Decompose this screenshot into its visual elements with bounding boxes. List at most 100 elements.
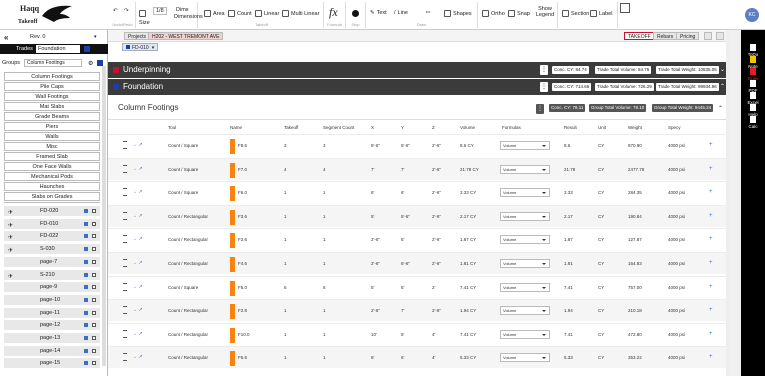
add-icon[interactable]: + <box>709 189 713 195</box>
show-legend-button[interactable]: Show Legend <box>534 6 556 18</box>
rebars-tab[interactable]: Rebars <box>653 32 678 40</box>
label-button[interactable]: Label <box>590 10 612 17</box>
sheet-item[interactable]: ✈ FD-022 <box>4 231 100 243</box>
navigate-icon[interactable]: → ↗ <box>132 260 143 266</box>
sheet-item[interactable]: page-13 <box>4 333 100 344</box>
sheet-checkbox[interactable] <box>92 209 96 213</box>
color-swatch[interactable] <box>230 209 235 225</box>
sheet-checkbox[interactable] <box>92 297 96 302</box>
settings-icon[interactable]: ⚙ <box>88 60 93 67</box>
formula-select[interactable]: Volume <box>500 141 550 150</box>
navigate-icon[interactable]: → ↗ <box>132 236 143 242</box>
table-row[interactable]: → ↗ Count / Square F8.6 3 3 5'-6" 5'-6" 2'-6" 8.… <box>108 134 730 156</box>
sheet-item[interactable]: page-10 <box>4 294 100 306</box>
formula-select[interactable]: Volume <box>500 353 550 363</box>
group-item[interactable]: One Face Walls <box>4 162 100 171</box>
trade-info-button[interactable]: ⋮ <box>540 65 548 75</box>
edit-icon[interactable] <box>84 209 88 213</box>
table-row[interactable]: → ↗ Count / Square F7.0 4 4 7' 7' 2'-6" 21.78 CY… <box>108 157 730 180</box>
drag-handle-icon[interactable] <box>123 282 127 291</box>
sheet-item[interactable]: page-9 <box>4 282 100 294</box>
dimensions-button[interactable]: Dimensions <box>174 14 203 20</box>
color-swatch[interactable] <box>230 139 235 154</box>
ortho-button[interactable]: Ortho <box>482 10 505 17</box>
line-button[interactable]: / Line <box>394 10 408 16</box>
scale-select[interactable]: 1/8 <box>153 7 167 15</box>
drag-handle-icon[interactable] <box>123 259 127 267</box>
shapes-button[interactable]: Shapes <box>444 10 472 17</box>
drag-handle-icon[interactable] <box>123 164 127 173</box>
project-tab[interactable]: H202 - WEST TREMONT AVE <box>148 32 224 40</box>
navigate-icon[interactable]: → ↗ <box>132 307 143 313</box>
drag-handle-icon[interactable] <box>123 211 127 220</box>
sheet-checkbox[interactable] <box>92 221 96 226</box>
table-row[interactable]: → ↗ Count / Rectangular F10.0 1 1 10' 5' 4' 7.41… <box>108 322 730 345</box>
color-swatch[interactable] <box>230 304 235 320</box>
drag-handle-icon[interactable] <box>123 306 127 315</box>
sheet-checkbox[interactable] <box>92 310 96 315</box>
sheet-checkbox[interactable] <box>92 361 96 366</box>
color-swatch[interactable] <box>230 257 235 272</box>
group-header[interactable]: Column Footings ⋮ Conc. CY: 78.11 Group … <box>108 98 730 120</box>
edit-icon[interactable] <box>84 247 88 252</box>
color-swatch[interactable] <box>230 351 235 367</box>
group-item[interactable]: Mat Slabs <box>4 102 100 111</box>
group-item[interactable]: Grade Beams <box>4 112 100 121</box>
group-info-button[interactable]: ⋮ <box>536 104 544 114</box>
sheet-checkbox[interactable] <box>92 323 96 328</box>
navigate-icon[interactable]: → ↗ <box>132 166 143 172</box>
sheet-checkbox[interactable] <box>92 247 96 252</box>
add-icon[interactable]: + <box>709 260 713 266</box>
sheet-tab-dropdown-icon[interactable]: ▾ <box>152 45 155 51</box>
undo-button[interactable]: ↶ <box>113 8 118 14</box>
grid-view-icon[interactable] <box>704 32 712 40</box>
group-item[interactable]: Wall Footings <box>4 92 100 101</box>
sheet-item[interactable]: page-11 <box>4 307 100 319</box>
sheet-item[interactable]: page-12 <box>4 320 100 332</box>
linear-button[interactable]: Linear <box>255 10 279 17</box>
drag-handle-icon[interactable] <box>123 188 127 197</box>
group-item[interactable]: Slabs on Grades <box>4 192 100 201</box>
formula-select[interactable]: Volume <box>500 329 550 339</box>
edit-icon[interactable] <box>84 285 88 290</box>
edit-icon[interactable] <box>84 221 88 226</box>
group-item[interactable]: Pile Caps <box>4 82 100 91</box>
sheet-item[interactable]: page-7 <box>4 256 100 268</box>
group-item[interactable]: Misc <box>4 142 100 151</box>
collapse-panel-icon[interactable]: « <box>4 33 8 42</box>
formula-select[interactable]: Volume <box>500 164 550 174</box>
navigate-icon[interactable]: → ↗ <box>132 354 143 360</box>
sheet-checkbox[interactable] <box>92 348 96 353</box>
edit-icon[interactable] <box>84 259 88 264</box>
table-row[interactable]: → ↗ Count / Square F5.0 6 6 5' 5' 2' 7.41 CY Volu… <box>108 275 730 298</box>
list-view-icon[interactable] <box>716 32 724 40</box>
groups-select[interactable]: Column Footings <box>24 59 82 67</box>
group-item[interactable]: Haunches <box>4 182 100 191</box>
drag-handle-icon[interactable] <box>123 353 127 362</box>
projects-tab[interactable]: Projects <box>124 32 151 40</box>
drag-handle-icon[interactable] <box>123 329 127 338</box>
main-outer-scrollbar[interactable] <box>730 30 741 376</box>
sheet-item[interactable]: page-15 <box>4 358 100 370</box>
add-icon[interactable]: + <box>709 331 713 337</box>
formula-select[interactable]: Volume <box>500 259 550 268</box>
chevron-down-icon[interactable]: ⌄ <box>720 66 725 73</box>
foundation-banner[interactable]: Foundation ⋮ Conc. CY: 714.66 Trade Tota… <box>108 79 730 95</box>
group-item[interactable]: Framed Slab <box>4 152 100 161</box>
color-swatch[interactable] <box>230 233 235 249</box>
sheet-checkbox[interactable] <box>92 259 96 264</box>
trades-select[interactable]: Foundation <box>36 45 80 53</box>
navigate-icon[interactable]: → ↗ <box>132 213 143 219</box>
drag-handle-icon[interactable] <box>123 235 127 244</box>
formula-select[interactable]: Volume <box>500 235 550 245</box>
chevron-up-icon[interactable]: ⌃ <box>718 105 723 112</box>
edit-icon[interactable] <box>84 361 88 366</box>
size-icon[interactable] <box>139 10 146 17</box>
color-swatch[interactable] <box>230 280 235 296</box>
multi-linear-button[interactable]: Multi Linear <box>282 10 319 17</box>
formula-select[interactable]: Volume <box>500 282 550 292</box>
edit-icon[interactable] <box>84 348 88 353</box>
group-item[interactable]: Piers <box>4 122 100 131</box>
left-scrollbar[interactable] <box>102 66 106 366</box>
count-button[interactable]: Count <box>228 10 252 17</box>
